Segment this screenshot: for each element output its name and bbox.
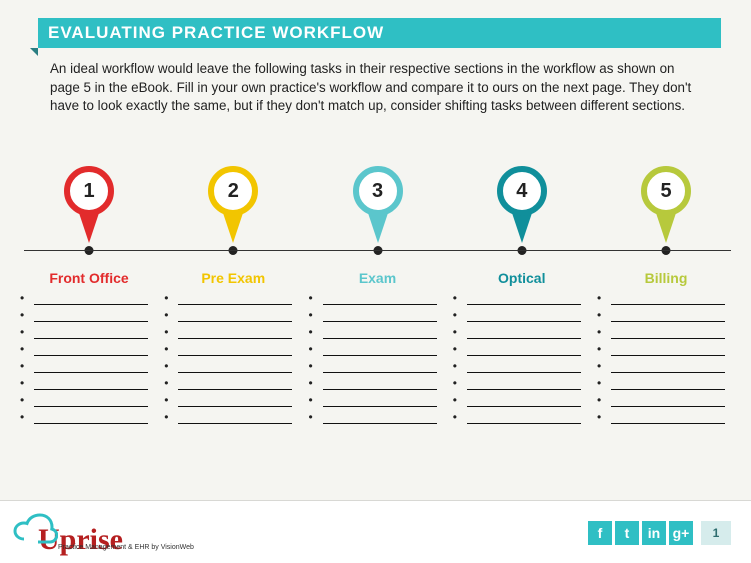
blank-line[interactable] [319, 330, 437, 346]
stage-label: Billing [645, 270, 688, 286]
blank-line[interactable] [174, 415, 292, 431]
intro-paragraph: An ideal workflow would leave the follow… [50, 60, 707, 116]
brand-logo: Uprise Practice Management & EHR by Visi… [10, 507, 123, 555]
blank-line[interactable] [174, 381, 292, 397]
blank-line[interactable] [30, 347, 148, 363]
blank-line[interactable] [607, 364, 725, 380]
blank-line[interactable] [174, 313, 292, 329]
stage-label: Pre Exam [201, 270, 265, 286]
facebook-icon[interactable]: f [588, 521, 612, 545]
blank-line[interactable] [319, 313, 437, 329]
pin-circle: 1 [64, 166, 114, 216]
header-fold-decor [30, 48, 38, 56]
blank-line[interactable] [174, 347, 292, 363]
blank-line[interactable] [319, 381, 437, 397]
blank-line[interactable] [319, 398, 437, 414]
workflow-column-1: 1 Front Office [24, 152, 154, 432]
page-header: EVALUATING PRACTICE WORKFLOW [38, 18, 721, 48]
blank-line[interactable] [30, 415, 148, 431]
workflow-column-5: 5 Billing [601, 152, 731, 432]
blank-line[interactable] [607, 381, 725, 397]
footer: Uprise Practice Management & EHR by Visi… [0, 501, 751, 563]
blank-line[interactable] [463, 330, 581, 346]
blank-line[interactable] [30, 364, 148, 380]
workflow-column-3: 3 Exam [313, 152, 443, 432]
blank-line[interactable] [463, 381, 581, 397]
blank-line[interactable] [463, 364, 581, 380]
blank-line[interactable] [607, 398, 725, 414]
stage-pin: 1 [59, 152, 119, 262]
blank-line[interactable] [30, 296, 148, 312]
stage-label: Optical [498, 270, 545, 286]
twitter-icon[interactable]: t [615, 521, 639, 545]
blank-line[interactable] [607, 347, 725, 363]
pin-circle: 4 [497, 166, 547, 216]
blank-line[interactable] [607, 415, 725, 431]
pin-circle: 3 [353, 166, 403, 216]
timeline-axis [24, 250, 731, 251]
pin-circle: 5 [641, 166, 691, 216]
blank-line[interactable] [319, 347, 437, 363]
blank-line[interactable] [174, 330, 292, 346]
blank-line[interactable] [463, 347, 581, 363]
googleplus-icon[interactable]: g+ [669, 521, 693, 545]
logo-tagline: Practice Management & EHR by VisionWeb [58, 544, 194, 551]
blank-line[interactable] [174, 364, 292, 380]
blank-line[interactable] [463, 398, 581, 414]
stage-label: Front Office [49, 270, 128, 286]
blank-task-list [607, 296, 725, 432]
blank-line[interactable] [174, 398, 292, 414]
blank-line[interactable] [174, 296, 292, 312]
blank-line[interactable] [319, 415, 437, 431]
blank-task-list [319, 296, 437, 432]
blank-line[interactable] [30, 313, 148, 329]
blank-task-list [174, 296, 292, 432]
blank-line[interactable] [463, 415, 581, 431]
stage-pin: 5 [636, 152, 696, 262]
stage-pin: 2 [203, 152, 263, 262]
blank-line[interactable] [607, 313, 725, 329]
blank-line[interactable] [607, 330, 725, 346]
stage-pin: 4 [492, 152, 552, 262]
pin-circle: 2 [208, 166, 258, 216]
blank-line[interactable] [30, 398, 148, 414]
blank-line[interactable] [319, 296, 437, 312]
blank-line[interactable] [319, 364, 437, 380]
blank-line[interactable] [30, 381, 148, 397]
blank-task-list [30, 296, 148, 432]
page-number: 1 [701, 521, 731, 545]
stage-pin: 3 [348, 152, 408, 262]
blank-line[interactable] [30, 330, 148, 346]
blank-line[interactable] [607, 296, 725, 312]
linkedin-icon[interactable]: in [642, 521, 666, 545]
workflow-column-4: 4 Optical [457, 152, 587, 432]
blank-line[interactable] [463, 313, 581, 329]
blank-task-list [463, 296, 581, 432]
social-links: fting+ [588, 521, 693, 545]
workflow-column-2: 2 Pre Exam [168, 152, 298, 432]
workflow-diagram: 1 Front Office 2 Pre Exam 3 Exam 4 Optical 5 Bill… [24, 152, 731, 432]
cloud-icon [10, 507, 58, 551]
stage-label: Exam [359, 270, 396, 286]
blank-line[interactable] [463, 296, 581, 312]
